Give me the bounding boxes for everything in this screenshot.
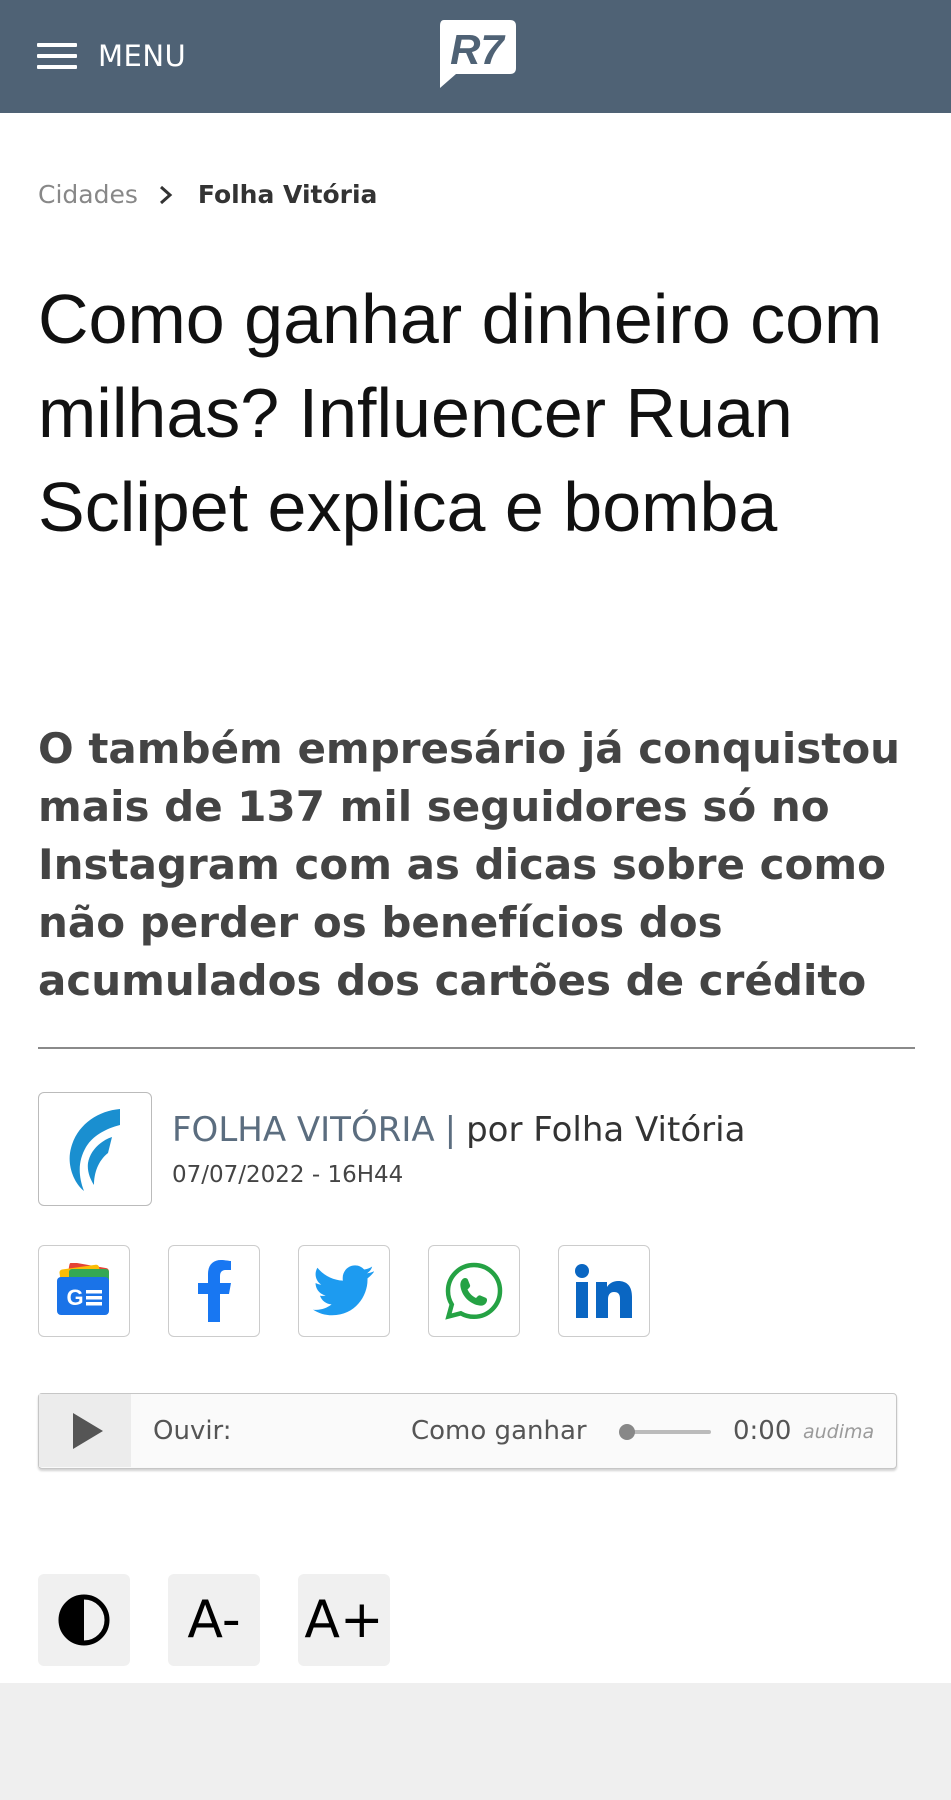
- article-headline: Como ganhar dinheiro com milhas? Influen…: [38, 280, 883, 546]
- chevron-right-icon: [159, 185, 173, 204]
- menu-label: MENU: [98, 39, 187, 73]
- audio-player: Ouvir: Como ganhar 0:00 audima: [38, 1393, 897, 1469]
- twitter-icon: [313, 1265, 374, 1316]
- article-subtitle: O também empresário já conquistou mais d…: [38, 724, 901, 1005]
- menu-button[interactable]: MENU: [37, 30, 186, 82]
- logo-text: R7: [450, 26, 505, 73]
- increase-font-button[interactable]: A+: [298, 1574, 390, 1666]
- facebook-icon: [198, 1260, 231, 1322]
- publish-date: 07/07/2022 - 16H44: [172, 1162, 404, 1188]
- contrast-icon: [58, 1594, 110, 1646]
- audio-progress-slider[interactable]: [619, 1424, 711, 1440]
- progress-knob[interactable]: [619, 1424, 635, 1440]
- play-icon: [73, 1412, 103, 1449]
- audio-time: 0:00: [733, 1416, 792, 1446]
- source-logo[interactable]: [38, 1092, 152, 1206]
- share-buttons: G: [38, 1245, 688, 1337]
- svg-text:G: G: [66, 1285, 83, 1310]
- share-linkedin-button[interactable]: [558, 1245, 650, 1337]
- breadcrumb-current[interactable]: Folha Vitória: [198, 180, 378, 209]
- linkedin-icon: [575, 1264, 632, 1318]
- folha-vitoria-logo-icon: [69, 1109, 120, 1191]
- breadcrumb: Cidades Folha Vitória: [38, 180, 377, 209]
- r7-logo[interactable]: R7: [434, 18, 518, 90]
- track-title: Como ganhar: [411, 1416, 587, 1446]
- author-separator: |: [444, 1110, 457, 1150]
- contrast-toggle-button[interactable]: [38, 1574, 130, 1666]
- top-navigation-bar: MENU R7: [0, 0, 951, 113]
- decrease-font-button[interactable]: A-: [168, 1574, 260, 1666]
- breadcrumb-parent-link[interactable]: Cidades: [38, 180, 138, 209]
- byline: por Folha Vitória: [466, 1110, 746, 1150]
- author-line: FOLHA VITÓRIA | por Folha Vitória: [172, 1110, 745, 1150]
- share-facebook-button[interactable]: [168, 1245, 260, 1337]
- footer-area: [0, 1683, 951, 1800]
- share-google-news-button[interactable]: G: [38, 1245, 130, 1337]
- divider: [38, 1047, 915, 1049]
- whatsapp-icon: [445, 1262, 503, 1320]
- source-name[interactable]: FOLHA VITÓRIA: [172, 1110, 435, 1150]
- accessibility-controls: A- A+: [38, 1574, 428, 1666]
- listen-label: Ouvir:: [153, 1416, 232, 1446]
- play-button[interactable]: [39, 1394, 131, 1467]
- google-news-icon: G: [57, 1263, 109, 1315]
- hamburger-icon: [37, 41, 77, 71]
- audima-brand: audima: [803, 1421, 875, 1443]
- share-twitter-button[interactable]: [298, 1245, 390, 1337]
- share-whatsapp-button[interactable]: [428, 1245, 520, 1337]
